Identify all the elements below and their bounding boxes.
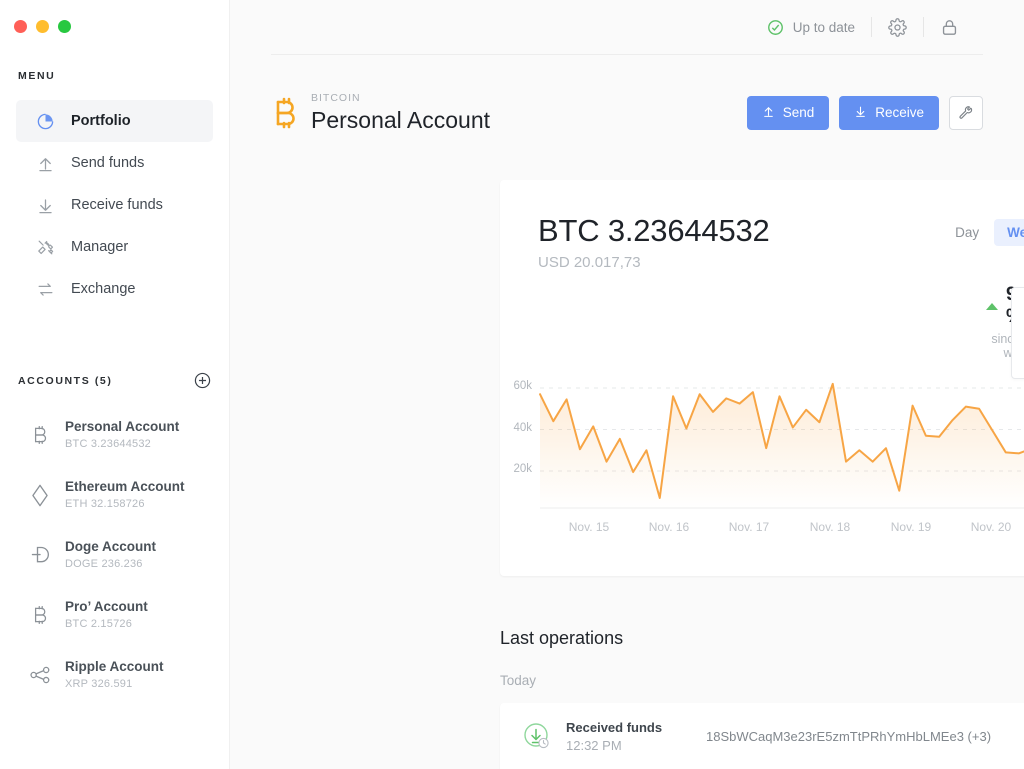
- divider: [871, 17, 872, 37]
- caret-up-icon: [986, 303, 998, 310]
- account-list-item[interactable]: Personal Account BTC 3.23644532: [0, 405, 229, 465]
- sidebar-item-receive-funds[interactable]: Receive funds: [16, 184, 213, 226]
- dogecoin-icon: [28, 543, 52, 567]
- chart-x-tick-label: Nov. 20: [971, 520, 1011, 534]
- account-name: Pro’ Account: [65, 599, 148, 614]
- plus-circle-icon[interactable]: [194, 372, 211, 389]
- window-traffic-lights: [14, 20, 71, 33]
- sync-status: Up to date: [767, 19, 855, 36]
- account-balance: DOGE 236.236: [65, 556, 156, 573]
- arrow-up-icon: [762, 105, 775, 121]
- page-title: Personal Account: [311, 107, 747, 134]
- account-list-item[interactable]: Ripple Account XRP 326.591: [0, 645, 229, 705]
- balance-row: BTC 3.23644532 USD 20.017,73 DayWeekMont…: [500, 180, 1024, 271]
- account-name: Doge Account: [65, 539, 156, 554]
- arrow-down-icon: [34, 194, 56, 216]
- sidebar-item-label: Receive funds: [71, 197, 163, 213]
- account-header: BITCOIN Personal Account Send: [230, 75, 1024, 150]
- balance-block: BTC 3.23644532 USD 20.017,73: [538, 213, 770, 271]
- send-button[interactable]: Send: [747, 96, 830, 130]
- receive-clock-icon: [522, 721, 552, 751]
- top-bar: Up to date: [271, 0, 983, 55]
- chart-y-tick-label: 60k: [513, 380, 532, 392]
- accounts-section-title: ACCOUNTS (5): [18, 375, 112, 387]
- chart-y-tick-label: 40k: [513, 422, 532, 434]
- range-tab-week[interactable]: Week: [994, 219, 1024, 246]
- account-balance: BTC 3.23644532: [65, 436, 179, 453]
- account-name: Personal Account: [65, 419, 179, 434]
- lock-icon[interactable]: [940, 18, 959, 37]
- bitcoin-icon: [28, 603, 52, 627]
- pie-chart-icon: [34, 110, 56, 132]
- account-list-item[interactable]: Pro’ Account BTC 2.15726: [0, 585, 229, 645]
- menu-section-title: MENU: [18, 70, 55, 82]
- gear-icon[interactable]: [888, 18, 907, 37]
- bitcoin-icon: [271, 96, 297, 130]
- sidebar-item-label: Exchange: [71, 281, 136, 297]
- account-balance: XRP 326.591: [65, 676, 164, 693]
- sidebar-item-label: Manager: [71, 239, 128, 255]
- maximize-window-button[interactable]: [58, 20, 71, 33]
- minimize-window-button[interactable]: [36, 20, 49, 33]
- sidebar-item-send-funds[interactable]: Send funds: [16, 142, 213, 184]
- chart-card: BTC 3.23644532 USD 20.017,73 DayWeekMont…: [500, 180, 1024, 576]
- account-title-block: BITCOIN Personal Account: [311, 92, 747, 134]
- account-name: Ripple Account: [65, 659, 164, 674]
- price-chart[interactable]: 60k 40k 20k: [500, 370, 1024, 540]
- account-balance: BTC 2.15726: [65, 616, 148, 633]
- sync-status-label: Up to date: [793, 20, 855, 35]
- sidebar-item-portfolio[interactable]: Portfolio: [16, 100, 213, 142]
- chart-x-tick-label: Nov. 17: [729, 520, 769, 534]
- operation-type: Received funds: [566, 720, 696, 735]
- bitcoin-icon: [28, 423, 52, 447]
- account-currency-label: BITCOIN: [311, 92, 747, 104]
- operation-row[interactable]: Received funds 12:32 PM 18SbWCaqM3e23rE5…: [500, 703, 1024, 769]
- chart-svg: [500, 370, 1024, 540]
- app-window: MENU Portfolio Send funds Receive funds Ma…: [0, 0, 1024, 769]
- operation-time: 12:32 PM: [566, 738, 696, 753]
- sidebar-nav: Portfolio Send funds Receive funds Manager…: [0, 100, 229, 310]
- divider: [923, 17, 924, 37]
- accounts-list: Personal Account BTC 3.23644532 Ethereum …: [0, 405, 229, 705]
- chart-x-tick-label: Nov. 18: [810, 520, 850, 534]
- tools-icon: [34, 236, 56, 258]
- account-actions: Send Receive: [747, 96, 983, 130]
- send-button-label: Send: [783, 105, 815, 120]
- chart-x-tick-label: Nov. 16: [649, 520, 689, 534]
- sidebar-item-label: Portfolio: [71, 113, 131, 129]
- accounts-section-header: ACCOUNTS (5): [18, 372, 211, 389]
- chart-tooltip: USD 55,695.36 (BTC 2.36487956) 12/05/201…: [1011, 287, 1024, 379]
- balance-fiat: USD 20.017,73: [538, 254, 770, 271]
- range-tabs: DayWeekMonthYear: [942, 219, 1024, 246]
- last-operations-title: Last operations: [500, 628, 623, 649]
- account-name: Ethereum Account: [65, 479, 185, 494]
- sidebar: MENU Portfolio Send funds Receive funds Ma…: [0, 0, 230, 769]
- close-window-button[interactable]: [14, 20, 27, 33]
- chart-x-tick-label: Nov. 15: [569, 520, 609, 534]
- balance-crypto: BTC 3.23644532: [538, 213, 770, 249]
- arrow-up-icon: [34, 152, 56, 174]
- operation-labels: Received funds 12:32 PM: [566, 720, 696, 753]
- operations-day-label: Today: [500, 673, 536, 688]
- receive-button[interactable]: Receive: [839, 96, 939, 130]
- ethereum-icon: [28, 483, 52, 507]
- sidebar-item-exchange[interactable]: Exchange: [16, 268, 213, 310]
- ripple-icon: [28, 663, 52, 687]
- chart-x-axis: Nov. 15 Nov. 16 Nov. 17 Nov. 18 Nov. 19 Nov. …: [500, 520, 1024, 544]
- main-panel: Up to date: [230, 0, 1024, 769]
- account-list-item[interactable]: Doge Account DOGE 236.236: [0, 525, 229, 585]
- range-tab-day[interactable]: Day: [942, 219, 992, 246]
- chart-x-tick-label: Nov. 19: [891, 520, 931, 534]
- sidebar-item-label: Send funds: [71, 155, 144, 171]
- exchange-arrows-icon: [34, 278, 56, 300]
- receive-button-label: Receive: [875, 105, 924, 120]
- arrow-down-icon: [854, 105, 867, 121]
- check-circle-icon: [767, 19, 784, 36]
- chart-y-tick-label: 20k: [513, 463, 532, 475]
- wrench-icon[interactable]: [949, 96, 983, 130]
- operation-address: 18SbWCaqM3e23rE5zmTtPRhYmHbLMEe3 (+3): [696, 729, 1024, 744]
- sidebar-item-manager[interactable]: Manager: [16, 226, 213, 268]
- account-balance: ETH 32.158726: [65, 496, 185, 513]
- account-list-item[interactable]: Ethereum Account ETH 32.158726: [0, 465, 229, 525]
